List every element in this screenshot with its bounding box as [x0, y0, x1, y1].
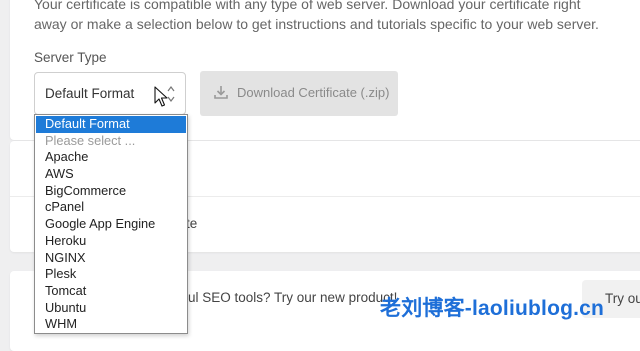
- server-option-aws[interactable]: AWS: [35, 166, 187, 183]
- intro-line-1: Your certificate is compatible with any …: [34, 0, 581, 12]
- server-option-cpanel[interactable]: cPanel: [35, 199, 187, 216]
- server-option-apache[interactable]: Apache: [35, 149, 187, 166]
- select-arrows-icon: [167, 86, 175, 102]
- server-type-dropdown-list[interactable]: Default Format Please select ... Apache …: [34, 114, 188, 334]
- watermark-text: 老刘博客-laoliublog.cn: [380, 297, 605, 320]
- server-type-selected-value: Default Format: [45, 86, 135, 101]
- server-option-ubuntu[interactable]: Ubuntu: [35, 300, 187, 317]
- server-type-label: Server Type: [34, 50, 107, 65]
- server-option-tomcat[interactable]: Tomcat: [35, 283, 187, 300]
- intro-line-2: away or make a selection below to get in…: [34, 16, 599, 32]
- download-icon: [214, 86, 228, 99]
- download-certificate-button[interactable]: Download Certificate (.zip): [200, 71, 398, 116]
- download-certificate-label: Download Certificate (.zip): [237, 85, 390, 100]
- server-option-google-app-engine[interactable]: Google App Engine: [35, 216, 187, 233]
- server-option-nginx[interactable]: NGINX: [35, 250, 187, 267]
- server-option-plesk[interactable]: Plesk: [35, 266, 187, 283]
- server-option-heroku[interactable]: Heroku: [35, 233, 187, 250]
- server-option-default-format[interactable]: Default Format: [36, 116, 186, 133]
- intro-text: Your certificate is compatible with any …: [34, 0, 624, 34]
- server-option-whm[interactable]: WHM: [35, 316, 187, 333]
- server-option-please-select[interactable]: Please select ...: [35, 133, 187, 150]
- try-product-label: Try ou: [605, 291, 640, 306]
- mouse-cursor-icon: [154, 86, 168, 107]
- server-option-bigcommerce[interactable]: BigCommerce: [35, 183, 187, 200]
- promo-text: ul SEO tools? Try our new product!: [188, 290, 398, 305]
